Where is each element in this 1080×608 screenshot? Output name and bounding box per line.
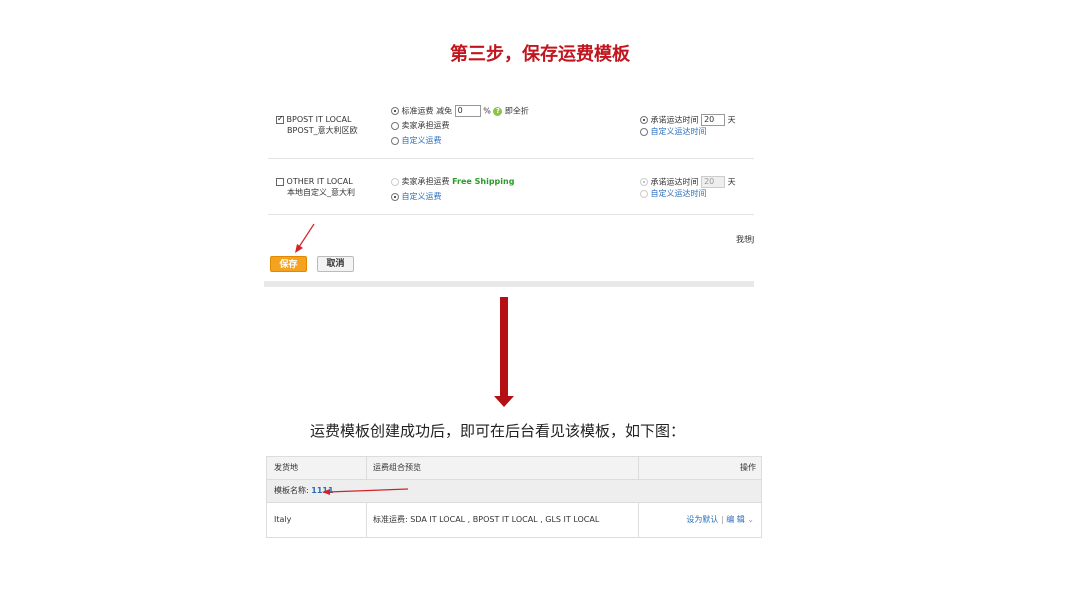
caption: 运费模板创建成功后，即可在后台看见该模板，如下图： xyxy=(310,422,686,440)
row-divider xyxy=(268,214,754,215)
row1-carrier: BPOST IT LOCAL xyxy=(276,114,352,125)
row2-custom-radio[interactable] xyxy=(391,192,399,201)
row1-custom-option[interactable]: 自定义运费 xyxy=(391,136,442,146)
row2-free-shipping: Free Shipping xyxy=(452,177,515,186)
row1-seller-label: 卖家承担运费 xyxy=(401,121,450,130)
row1-promise-input[interactable]: 20 xyxy=(701,114,726,126)
row1-standard-radio[interactable] xyxy=(391,107,399,115)
chevron-down-icon[interactable]: ⌄ xyxy=(747,515,754,524)
pointer-arrow-icon xyxy=(322,488,409,495)
row1-seller-option[interactable]: 卖家承担运费 xyxy=(391,121,450,131)
row1-seller-radio[interactable] xyxy=(391,121,399,130)
header-origin: 发货地 xyxy=(274,463,298,472)
row2-promise-radio[interactable] xyxy=(640,178,648,186)
row-preview: 标准运费: SDA IT LOCAL , BPOST IT LOCAL , GL… xyxy=(373,515,600,524)
row1-name-en: BPOST IT LOCAL xyxy=(286,115,352,124)
cancel-button[interactable]: 取消 xyxy=(317,256,354,272)
row1-promise-radio[interactable] xyxy=(640,116,648,124)
row1-standard-label: 标准运费 减免 xyxy=(401,106,453,116)
row2-seller-radio[interactable] xyxy=(391,177,399,186)
row2-name-en: OTHER IT LOCAL xyxy=(286,177,353,186)
action-separator: | xyxy=(720,515,724,524)
row1-days: 天 xyxy=(727,115,736,125)
row1-percent: % xyxy=(483,106,491,116)
header-actions: 操作 xyxy=(740,463,756,472)
side-text: 我想J xyxy=(736,235,755,244)
row2-checkbox[interactable] xyxy=(276,177,284,186)
row2-promise-option[interactable]: 承诺运达时间 20 天 xyxy=(640,176,736,188)
table-row: Italy 标准运费: SDA IT LOCAL , BPOST IT LOCA… xyxy=(267,503,761,537)
row1-custom-time-label[interactable]: 自定义运达时间 xyxy=(651,127,707,136)
row-origin: Italy xyxy=(274,515,292,524)
row-divider xyxy=(268,158,754,159)
row2-custom-time-radio[interactable] xyxy=(640,189,648,198)
row2-promise-input[interactable]: 20 xyxy=(701,176,726,188)
row2-custom-label[interactable]: 自定义运费 xyxy=(402,192,442,201)
row2-carrier: OTHER IT LOCAL xyxy=(276,177,353,187)
row1-checkbox[interactable] xyxy=(276,114,284,124)
row1-name-cn: BPOST_意大利区欧 xyxy=(287,126,358,135)
row1-full-discount: 即全折 xyxy=(504,106,529,116)
row1-promise-label: 承诺运达时间 xyxy=(650,115,699,125)
row1-custom-time-radio[interactable] xyxy=(640,127,648,136)
row-actions: 设为默认 | 编 辑 ⌄ xyxy=(686,515,754,525)
row2-custom-option[interactable]: 自定义运费 xyxy=(391,192,442,202)
row1-promise-option[interactable]: 承诺运达时间 20 天 xyxy=(640,114,736,126)
row2-name-cn: 本地自定义_意大利 xyxy=(287,188,355,197)
col-divider xyxy=(366,457,367,479)
row2-seller-option[interactable]: 卖家承担运费 Free Shipping xyxy=(391,177,514,187)
col-divider xyxy=(638,457,639,479)
row2-custom-time-label[interactable]: 自定义运达时间 xyxy=(651,189,707,198)
set-default-link[interactable]: 设为默认 xyxy=(686,515,718,524)
save-button[interactable]: 保存 xyxy=(270,256,307,272)
row1-custom-radio[interactable] xyxy=(391,136,399,145)
row2-days: 天 xyxy=(727,177,736,187)
down-arrow-icon xyxy=(500,297,508,397)
pointer-arrow-icon xyxy=(295,223,315,253)
help-icon[interactable]: ? xyxy=(493,106,503,116)
row1-standard-option[interactable]: 标准运费 减免 0 % ? 即全折 xyxy=(391,105,529,117)
col-divider xyxy=(366,503,367,537)
row1-custom-time-option[interactable]: 自定义运达时间 xyxy=(640,127,707,137)
down-arrow-head-icon xyxy=(494,396,514,407)
edit-link[interactable]: 编 辑 xyxy=(726,515,745,524)
row2-promise-label: 承诺运达时间 xyxy=(650,177,699,187)
page-title: 第三步，保存运费模板 xyxy=(450,44,630,65)
panel-footer-bar xyxy=(264,281,754,287)
row1-custom-label[interactable]: 自定义运费 xyxy=(402,136,442,145)
table-header xyxy=(267,457,761,480)
row2-seller-label: 卖家承担运费 xyxy=(401,177,450,186)
template-name-label: 模板名称: xyxy=(274,486,309,495)
header-preview: 运费组合预览 xyxy=(373,463,421,472)
col-divider xyxy=(638,503,639,537)
row2-custom-time-option[interactable]: 自定义运达时间 xyxy=(640,189,707,199)
row1-discount-input[interactable]: 0 xyxy=(454,105,481,117)
